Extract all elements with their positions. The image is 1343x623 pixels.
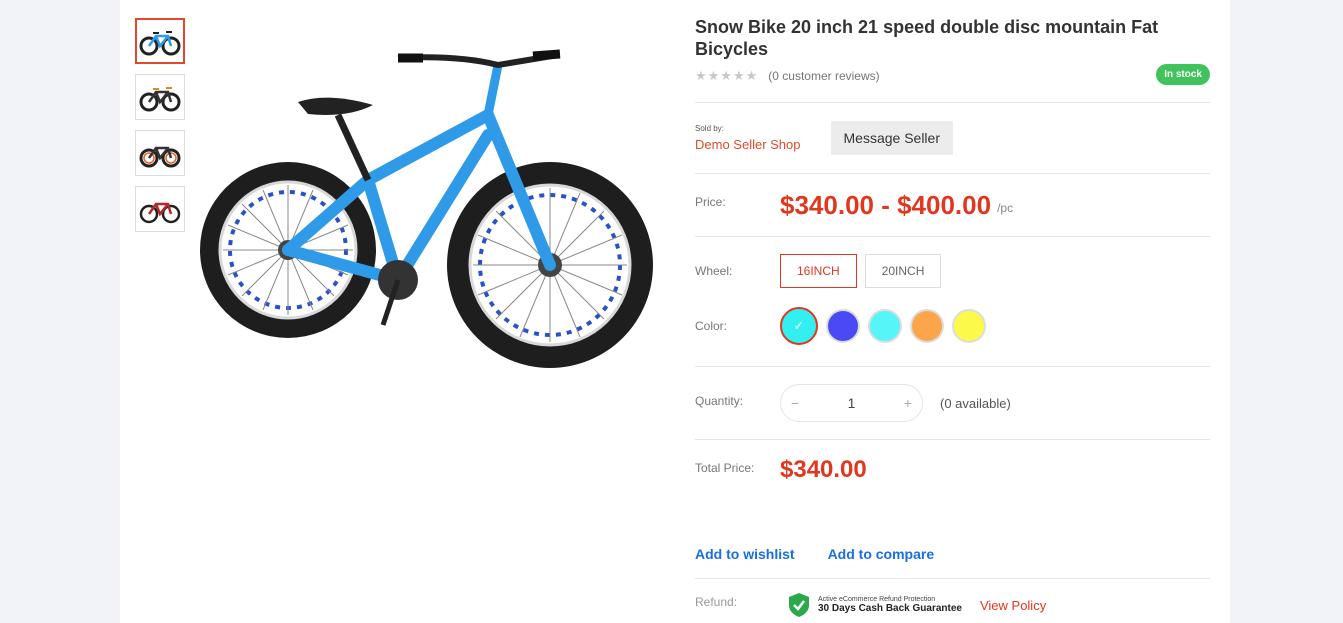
cash-back-text: 30 Days Cash Back Guarantee: [818, 603, 962, 614]
refund-label: Refund:: [695, 595, 738, 609]
product-image: [200, 49, 653, 368]
color-swatch-blue[interactable]: [826, 309, 860, 343]
bike-thumbnail-icon: [139, 87, 181, 112]
total-value: $340.00: [780, 456, 867, 483]
rating-row: ★★★★★ (0 customer reviews) In stock: [695, 64, 1210, 88]
product-info: Snow Bike 20 inch 21 speed double disc m…: [695, 16, 1210, 623]
sold-by-label: Sold by:: [695, 124, 724, 133]
quantity-row: Quantity: − 1 + (0 available): [695, 367, 1210, 439]
thumbnail-list: [135, 18, 185, 242]
wheel-option-20inch[interactable]: 20INCH: [864, 254, 942, 288]
thumbnail-3[interactable]: [135, 130, 185, 176]
price-value: $340.00 - $400.00: [780, 189, 992, 220]
message-seller-button[interactable]: Message Seller: [830, 121, 953, 155]
refund-badge-text: Active eCommerce Refund Protection 30 Da…: [818, 596, 962, 614]
shield-icon: [789, 593, 809, 617]
refund-badge: Active eCommerce Refund Protection 30 Da…: [788, 592, 962, 618]
product-title: Snow Bike 20 inch 21 speed double disc m…: [695, 17, 1159, 59]
view-policy-link[interactable]: View Policy: [980, 598, 1046, 613]
thumbnail-4[interactable]: [135, 186, 185, 232]
color-swatch-yellow[interactable]: [952, 309, 986, 343]
bike-thumbnail-icon: [139, 31, 181, 56]
quantity-increase-button[interactable]: +: [904, 395, 912, 411]
add-to-wishlist-link[interactable]: Add to wishlist: [695, 546, 795, 562]
divider: [695, 236, 1210, 237]
wheel-row: Wheel: 16INCH 20INCH: [695, 253, 1210, 289]
thumbnail-2[interactable]: [135, 74, 185, 120]
quantity-decrease-button[interactable]: −: [791, 395, 799, 411]
color-swatch-cyan[interactable]: ✓: [780, 307, 818, 345]
action-links: Add to wishlist Add to compare: [695, 538, 1210, 570]
add-to-compare-link[interactable]: Add to compare: [828, 546, 935, 562]
seller-info: Sold by: Demo Seller Shop: [695, 124, 801, 152]
color-swatch-orange[interactable]: [910, 309, 944, 343]
color-row: Color: ✓: [695, 306, 1210, 346]
rating-stars: ★★★★★: [695, 68, 759, 83]
quantity-stepper: − 1 +: [780, 384, 923, 422]
quantity-label: Quantity:: [695, 394, 744, 408]
price-unit: /pc: [997, 201, 1014, 215]
color-swatch-light-cyan[interactable]: [868, 309, 902, 343]
check-icon: ✓: [793, 318, 805, 333]
price-row: Price: $340.00 - $400.00 /pc: [695, 174, 1210, 236]
bike-thumbnail-icon: [139, 146, 181, 168]
available-count: (0 available): [940, 395, 1011, 411]
seller-row: Sold by: Demo Seller Shop Message Seller: [695, 103, 1210, 173]
thumbnail-1[interactable]: [135, 18, 185, 64]
review-count[interactable]: (0 customer reviews): [768, 69, 879, 83]
wheel-option-16inch[interactable]: 16INCH: [780, 254, 857, 288]
quantity-input[interactable]: 1: [848, 395, 856, 411]
total-label: Total Price:: [695, 461, 755, 475]
refund-row: Refund: Active eCommerce Refund Protecti…: [695, 579, 1210, 623]
color-label: Color:: [695, 319, 728, 333]
price-label: Price:: [695, 195, 726, 209]
stock-badge: In stock: [1156, 64, 1210, 85]
product-page: Snow Bike 20 inch 21 speed double disc m…: [120, 0, 1230, 623]
seller-name-link[interactable]: Demo Seller Shop: [695, 137, 801, 152]
total-row: Total Price: $340.00: [695, 440, 1210, 498]
refund-protection-text: Active eCommerce Refund Protection: [818, 596, 936, 603]
wheel-label: Wheel:: [695, 264, 733, 278]
bike-thumbnail-icon: [139, 202, 181, 224]
